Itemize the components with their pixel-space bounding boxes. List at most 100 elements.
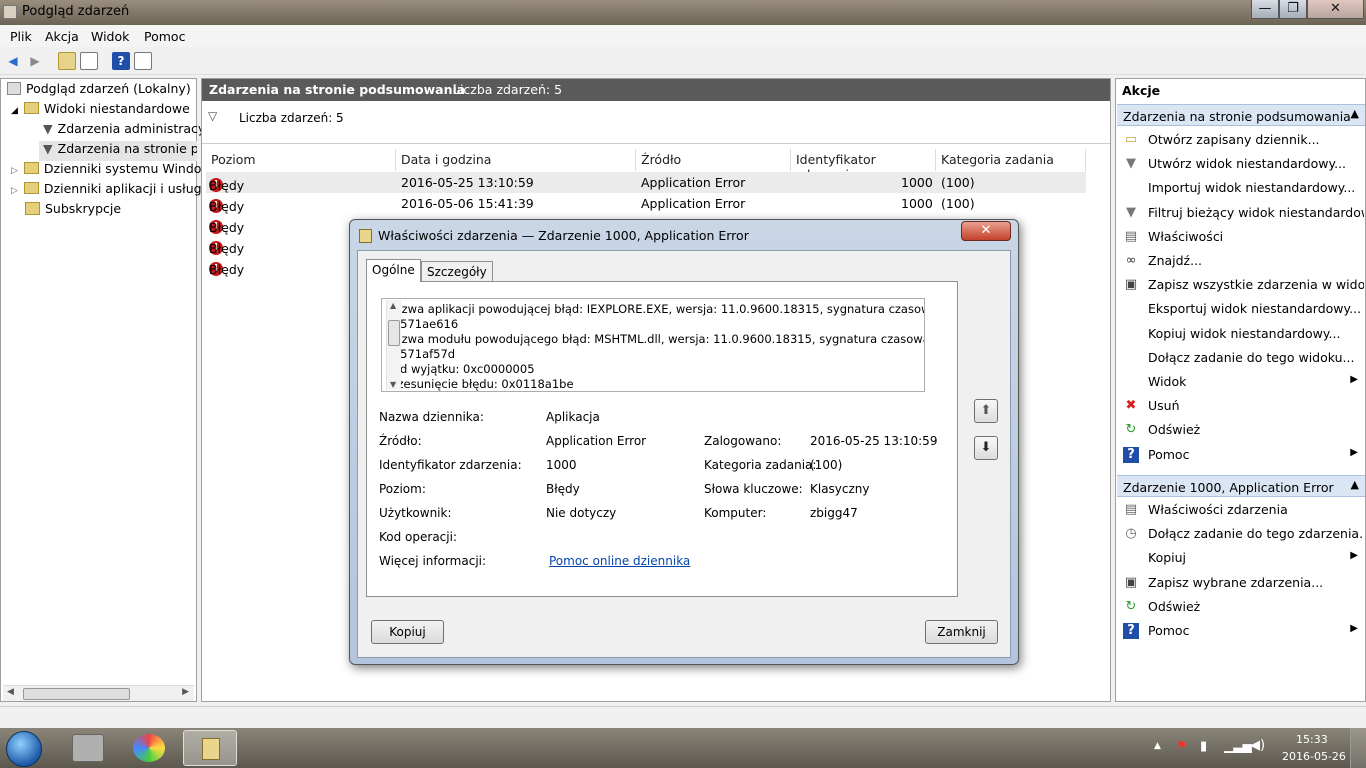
collapse-triangle-icon[interactable]: ▲ [1351,478,1359,491]
show-desktop-button[interactable] [1350,728,1366,768]
action-item[interactable]: ▭ Otwórz zapisany dziennik... [1120,129,1364,151]
level-label: Poziom: [379,482,426,496]
refresh-icon: ↻ [1125,598,1137,614]
menu-file[interactable]: Plik [10,29,32,44]
action-item[interactable]: ◷ Dołącz zadanie do tego zdarzenia... [1120,523,1364,545]
action-item[interactable]: ✖ Usuń [1120,395,1364,417]
menu-action[interactable]: Akcja [45,29,79,44]
clock-date[interactable]: 2016-05-26 [1282,750,1346,763]
dialog-close-button[interactable]: ✕ [961,221,1011,241]
action-item[interactable]: ▣ Zapisz wybrane zdarzenia... [1120,572,1364,594]
action-item[interactable]: ∞ Znajdź... [1120,250,1364,272]
window-title: Podgląd zdarzeń [22,4,130,19]
tree-item-app-logs[interactable]: ▷ Dzienniki aplikacji i usług [11,181,202,201]
copy-button[interactable]: Kopiuj [371,620,444,644]
table-row[interactable]: ! Błędy 2016-05-06 15:41:39 Application E… [206,193,1086,214]
column-date[interactable]: Data i godzina [396,149,636,171]
action-item[interactable]: Widok ▶ [1120,371,1364,393]
event-id-label: Identyfikator zdarzenia: [379,458,522,472]
close-button[interactable]: Zamknij [925,620,998,644]
action-item[interactable]: Dołącz zadanie do tego widoku... [1120,347,1364,369]
actions-section-summary[interactable]: Zdarzenia na stronie podsumowania ▲ [1117,104,1365,126]
event-viewer-icon [7,82,21,95]
maximize-button[interactable]: ❐ [1279,0,1307,19]
previous-event-button[interactable]: ⬆ [974,399,998,423]
column-task-category[interactable]: Kategoria zadania [936,149,1086,171]
show-hide-tree-icon[interactable] [80,52,98,70]
refresh-icon: ↻ [1125,422,1137,438]
up-folder-icon[interactable] [58,52,76,70]
tree-item-subscriptions[interactable]: Subskrypcje [25,201,121,221]
volume-icon[interactable]: ◀) [1250,738,1265,753]
scroll-left-icon[interactable]: ◀ [7,687,14,697]
show-hide-action-pane-icon[interactable] [134,52,152,70]
action-item[interactable]: ? Pomoc ▶ [1120,620,1364,642]
tree-item-admin-events[interactable]: ▼ Zdarzenia administracyjne [43,121,224,141]
action-item[interactable]: Kopiuj ▶ [1120,547,1364,569]
action-item[interactable]: Kopiuj widok niestandardowy... [1120,323,1364,345]
menu-bar: Plik Akcja Widok Pomoc [0,25,1366,47]
back-arrow-icon[interactable]: ◀ [4,52,22,70]
power-icon[interactable]: ▮ [1200,739,1207,754]
help-icon[interactable]: ? [112,52,130,70]
column-level[interactable]: Poziom [206,149,396,171]
scroll-right-icon[interactable]: ▶ [182,687,189,697]
network-icon[interactable]: ▁▃▅ [1224,739,1252,753]
collapsed-triangle-icon[interactable]: ▷ [11,186,18,196]
description-scrollbar[interactable]: ▲ ▼ [386,300,401,390]
more-info-label: Więcej informacji: [379,554,487,568]
expanded-triangle-icon[interactable]: ◢ [11,106,18,116]
scroll-thumb[interactable] [23,688,130,700]
menu-help[interactable]: Pomoc [144,29,185,44]
start-button[interactable] [6,731,42,767]
menu-view[interactable]: Widok [91,29,129,44]
minimize-button[interactable]: — [1251,0,1279,19]
filter-icon: ▽ [208,109,218,123]
tree-item-custom-views[interactable]: ◢ Widoki niestandardowe [11,101,190,121]
action-item[interactable]: Eksportuj widok niestandardowy... [1120,298,1364,320]
taskbar-paint-icon[interactable] [133,734,165,762]
tree-item-windows-logs[interactable]: ▷ Dzienniki systemu Windows [11,161,218,181]
forward-arrow-icon[interactable]: ▶ [26,52,44,70]
action-item-label: Znajdź... [1148,253,1203,268]
actions-section-event[interactable]: Zdarzenie 1000, Application Error ▲ [1117,475,1365,497]
event-description[interactable]: Nazwa aplikacji powodującej błąd: IEXPLO… [381,298,925,392]
action-item[interactable]: ↻ Odśwież [1120,596,1364,618]
opcode-label: Kod operacji: [379,530,457,544]
online-help-link[interactable]: Pomoc online dziennika [549,554,690,568]
column-source[interactable]: Źródło [636,149,791,171]
tree-horizontal-scrollbar[interactable]: ◀ ▶ [3,685,194,701]
log-name-value: Aplikacja [546,410,600,424]
action-item[interactable]: ↻ Odśwież [1120,419,1364,441]
action-item[interactable]: ▤ Właściwości zdarzenia [1120,499,1364,521]
taskbar-event-viewer-button[interactable] [183,730,237,766]
next-event-button[interactable]: ⬇ [974,436,998,460]
action-item[interactable]: ▼ Filtruj bieżący widok niestandardowy... [1120,202,1364,224]
clock-time[interactable]: 15:33 [1296,733,1328,746]
collapse-triangle-icon[interactable]: ▲ [1351,107,1359,120]
show-hidden-icons-icon[interactable]: ▲ [1154,741,1161,751]
action-item-label: Filtruj bieżący widok niestandardowy... [1148,204,1364,220]
tree-item-summary-events[interactable]: ▼Zdarzenia na stronie podsumowania [39,141,197,161]
table-row[interactable]: ! Błędy 2016-05-25 13:10:59 Application E… [206,172,1086,193]
scroll-down-icon[interactable]: ▼ [390,380,396,389]
action-item[interactable]: ▣ Zapisz wszystkie zdarzenia w widoku... [1120,274,1364,296]
filter-icon: ▼ [1126,204,1136,220]
action-center-flag-icon[interactable]: ⚑ [1176,739,1188,754]
tree-item-root[interactable]: Podgląd zdarzeń (Lokalny) [7,81,191,101]
action-item[interactable]: ▤ Właściwości [1120,226,1364,248]
tab-general[interactable]: Ogólne [366,259,421,282]
tab-details[interactable]: Szczegóły [421,261,493,281]
filter-count: Liczba zdarzeń: 5 [239,111,344,125]
scroll-up-icon[interactable]: ▲ [390,301,396,310]
computer-label: Komputer: [704,506,767,520]
action-item[interactable]: ▼ Utwórz widok niestandardowy... [1120,153,1364,175]
column-event-id[interactable]: Identyfikator zdarzenia [791,149,936,182]
scroll-thumb[interactable] [388,320,400,346]
close-window-button[interactable]: ✕ [1307,0,1364,19]
taskbar-server-manager-icon[interactable] [72,734,104,762]
collapsed-triangle-icon[interactable]: ▷ [11,166,18,176]
actions-title: Akcje [1122,83,1161,98]
action-item[interactable]: ? Pomoc ▶ [1120,444,1364,466]
action-item[interactable]: Importuj widok niestandardowy... [1120,177,1364,199]
